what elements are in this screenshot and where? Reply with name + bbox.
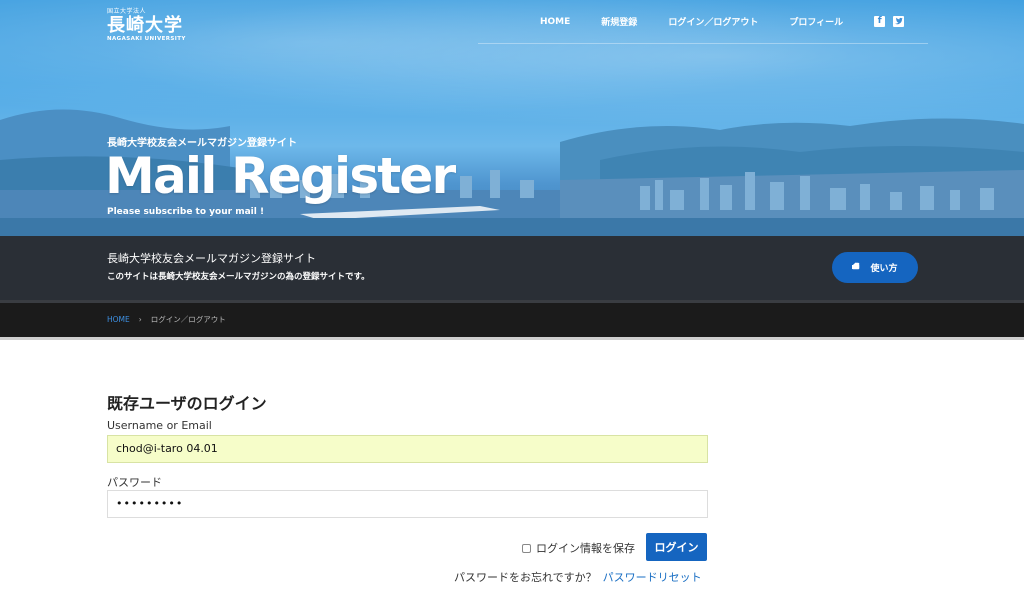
password-input[interactable]: ••••••••• [107, 490, 708, 518]
hero-title: Mail Register [105, 147, 456, 205]
breadcrumb-home[interactable]: HOME [107, 315, 130, 324]
howto-button[interactable]: 使い方 [832, 252, 918, 283]
nav-profile[interactable]: プロフィール [789, 15, 843, 28]
howto-label: 使い方 [870, 264, 898, 274]
hero-banner: 国立大学法人 長崎大学 NAGASAKI UNIVERSITY HOME 新規登… [0, 0, 1024, 236]
password-reset-link[interactable]: パスワードリセット [603, 571, 702, 584]
password-label: パスワード [107, 476, 162, 489]
university-logo[interactable]: 国立大学法人 長崎大学 NAGASAKI UNIVERSITY [107, 8, 186, 43]
breadcrumb-separator: › [138, 315, 142, 324]
logo-english: NAGASAKI UNIVERSITY [107, 36, 186, 42]
main-nav: HOME 新規登録 ログイン／ログアウト プロフィール f [540, 15, 905, 28]
login-button[interactable]: ログイン [646, 533, 707, 561]
breadcrumb: HOME › ログイン／ログアウト [0, 300, 1024, 337]
forgot-password-text: パスワードをお忘れですか？ [454, 571, 597, 584]
username-input[interactable]: chod@i-taro 04.01 [107, 435, 708, 463]
social-links: f [874, 16, 905, 27]
facebook-icon[interactable]: f [874, 16, 886, 27]
twitter-icon[interactable] [893, 16, 905, 27]
login-heading: 既存ユーザのログイン [107, 394, 267, 413]
breadcrumb-current: ログイン／ログアウト [150, 315, 226, 324]
forgot-password-row: パスワードをお忘れですか？ パスワードリセット [454, 569, 702, 585]
nav-home[interactable]: HOME [540, 17, 570, 27]
logo-name: 長崎大学 [107, 15, 183, 36]
nav-login-logout[interactable]: ログイン／ログアウト [668, 15, 758, 28]
info-title: 長崎大学校友会メールマガジン登録サイト [107, 252, 316, 265]
username-label: Username or Email [107, 419, 212, 432]
remember-checkbox[interactable] [522, 543, 531, 553]
remember-label: ログイン情報を保存 [536, 542, 635, 555]
site-info-bar: 長崎大学校友会メールマガジン登録サイト このサイトは長崎大学校友会メールマガジン… [0, 236, 1024, 300]
info-description: このサイトは長崎大学校友会メールマガジンの為の登録サイトです。 [107, 272, 370, 282]
hero-tagline: Please subscribe to your mail ! [107, 207, 265, 217]
remember-me[interactable]: ログイン情報を保存 [522, 540, 635, 556]
nav-register[interactable]: 新規登録 [601, 15, 637, 28]
pointing-hand-icon [852, 262, 862, 273]
